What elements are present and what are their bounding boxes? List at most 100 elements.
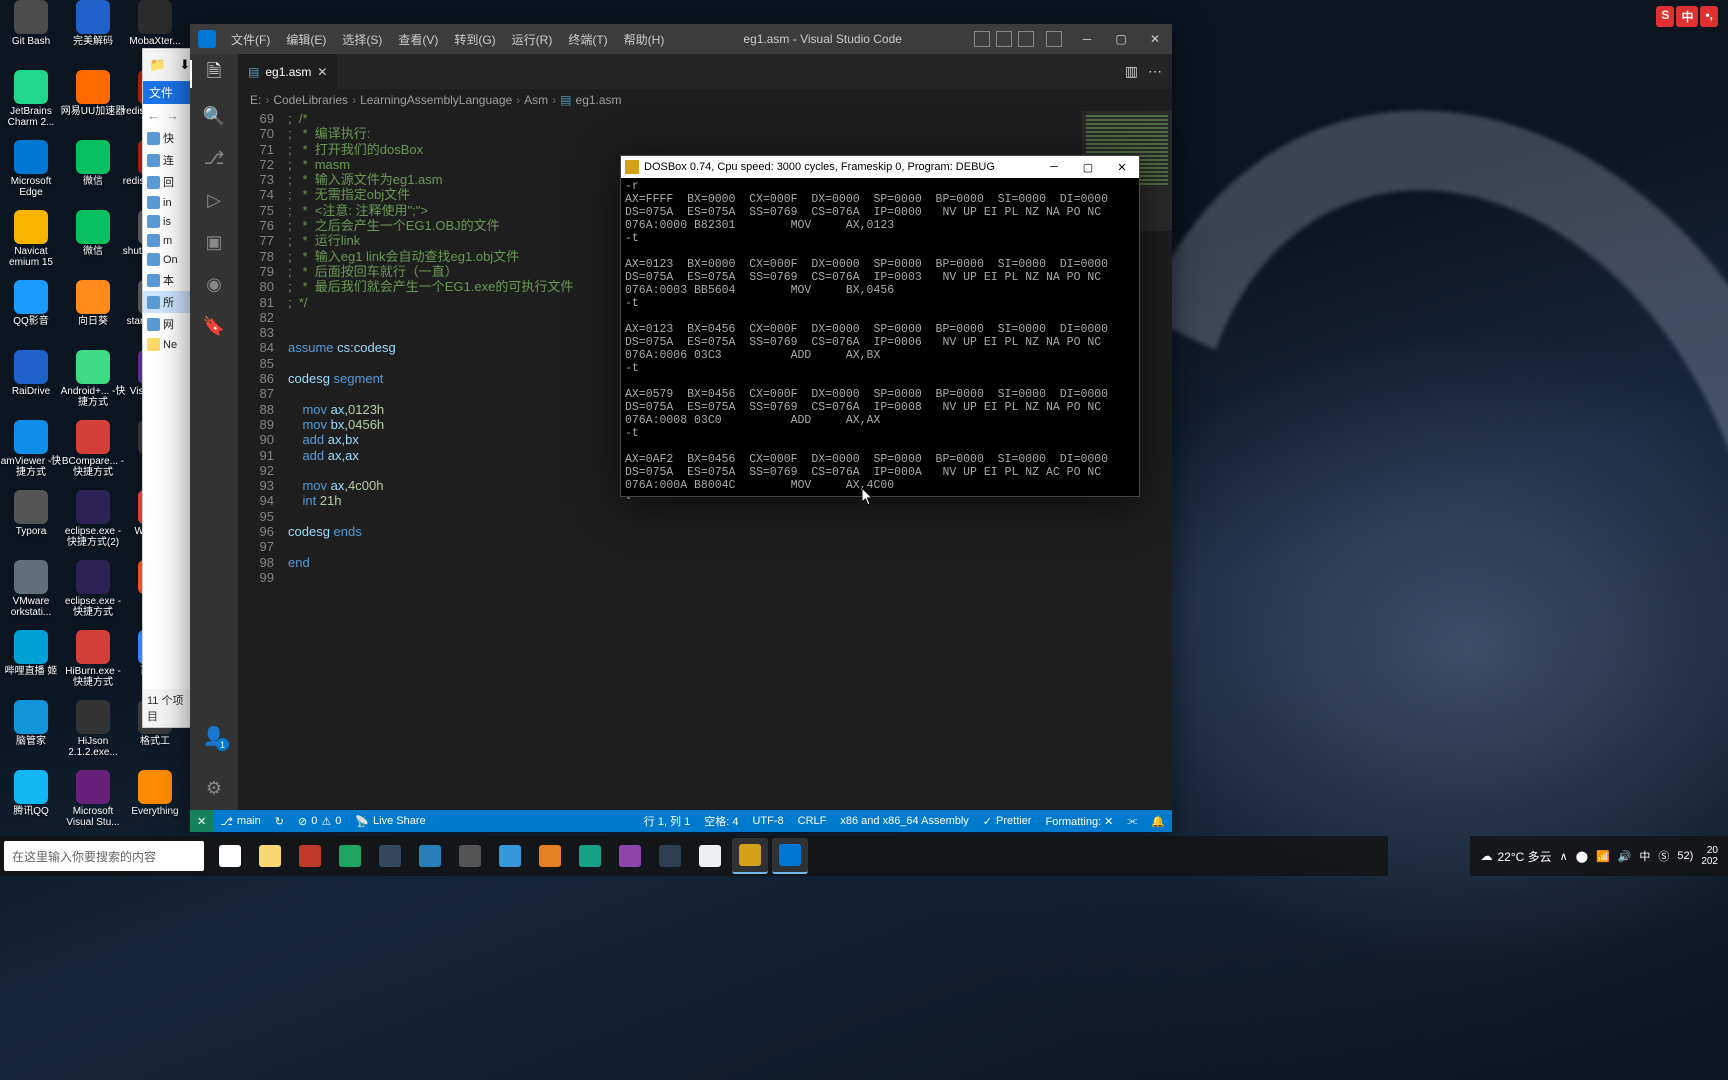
vscode-titlebar[interactable]: 文件(F)编辑(E)选择(S)查看(V)转到(G)运行(R)终端(T)帮助(H)…	[190, 24, 1172, 54]
desktop-shortcut[interactable]: Git Bash	[0, 0, 62, 68]
close-tab-icon[interactable]: ✕	[317, 65, 327, 79]
taskbar-app-app3[interactable]	[412, 838, 448, 874]
breadcrumb-item[interactable]: eg1.asm	[576, 93, 622, 107]
bell-icon[interactable]: 🔔	[1144, 810, 1172, 832]
explorer-item[interactable]: in	[143, 193, 197, 212]
search-icon[interactable]: 🔍	[202, 104, 226, 128]
desktop-shortcut[interactable]: Microsoft Visual Stu...	[62, 770, 124, 838]
taskbar-app-app4[interactable]	[492, 838, 528, 874]
desktop-shortcut[interactable]: RaiDrive	[0, 350, 62, 418]
taskbar-app-edge[interactable]	[332, 838, 368, 874]
desktop-shortcut[interactable]: Everything	[124, 770, 186, 838]
taskbar-app-vscode[interactable]	[772, 838, 808, 874]
desktop-shortcut[interactable]: 网易UU加速器	[62, 70, 124, 138]
sync-button[interactable]: ↻	[268, 810, 291, 832]
search-input[interactable]: 在这里输入你要搜索的内容	[4, 841, 204, 871]
desktop-shortcut[interactable]: 微信	[62, 210, 124, 278]
breadcrumb-item[interactable]: LearningAssemblyLanguage	[360, 93, 512, 107]
desktop-shortcut[interactable]: amViewer -快捷方式	[0, 420, 62, 488]
menu-item[interactable]: 文件(F)	[224, 27, 277, 52]
explorer-item[interactable]: 所	[143, 291, 197, 313]
tray-item[interactable]: Ⓢ	[1658, 848, 1669, 864]
explorer-item[interactable]: 连	[143, 149, 197, 171]
maximize-button[interactable]: ▢	[1104, 24, 1138, 54]
desktop-shortcut[interactable]: BCompare... -快捷方式	[62, 420, 124, 488]
prettier[interactable]: ✓ Prettier	[976, 810, 1039, 832]
tray-item[interactable]: 📶	[1596, 850, 1610, 863]
desktop-shortcut[interactable]: 向日葵	[62, 280, 124, 348]
desktop-shortcut[interactable]: HiJson 2.1.2.exe...	[62, 700, 124, 768]
explorer-item[interactable]: m	[143, 231, 197, 250]
encoding[interactable]: UTF-8	[745, 810, 790, 832]
explorer-tab-file[interactable]: 文件	[143, 81, 197, 104]
menu-item[interactable]: 编辑(E)	[279, 27, 333, 52]
remote-indicator[interactable]: ✕	[190, 810, 213, 832]
explorer-item[interactable]: 回	[143, 171, 197, 193]
tab-actions[interactable]: ▥⋯	[1125, 54, 1172, 89]
explorer-icon[interactable]: 🗎	[202, 62, 226, 86]
system-tray[interactable]: ☁ 22°C 多云 ∧⬤📶🔊中Ⓢ52) 20202	[1470, 836, 1728, 876]
breadcrumb-item[interactable]: Asm	[524, 93, 548, 107]
weather-widget[interactable]: ☁ 22°C 多云	[1480, 848, 1551, 865]
ime-brand[interactable]: S	[1656, 6, 1674, 27]
breadcrumb-item[interactable]: E:	[250, 93, 261, 107]
desktop-shortcut[interactable]: eclipse.exe - 快捷方式(2)	[62, 490, 124, 558]
dosbox-close[interactable]: ✕	[1105, 156, 1139, 178]
taskbar-app-app1[interactable]	[292, 838, 328, 874]
close-button[interactable]: ✕	[1138, 24, 1172, 54]
indentation[interactable]: 空格: 4	[697, 810, 745, 832]
ime-punct[interactable]: •,	[1700, 6, 1718, 27]
menu-item[interactable]: 选择(S)	[335, 27, 389, 52]
menu-item[interactable]: 终端(T)	[561, 27, 614, 52]
clock[interactable]: 20202	[1701, 845, 1718, 867]
layout-controls[interactable]	[974, 31, 1062, 47]
explorer-item[interactable]: On	[143, 250, 197, 269]
breadcrumb-item[interactable]: CodeLibraries	[273, 93, 348, 107]
taskbar-app-app6[interactable]	[572, 838, 608, 874]
desktop-shortcut[interactable]: 微信	[62, 140, 124, 208]
explorer-item[interactable]: 网	[143, 313, 197, 335]
desktop-shortcut[interactable]: 哔哩直播 姬	[0, 630, 62, 698]
split-icon[interactable]: ▥	[1125, 63, 1138, 80]
desktop-shortcut[interactable]: Microsoft Edge	[0, 140, 62, 208]
minimize-button[interactable]: ─	[1070, 24, 1104, 54]
bookmark-icon[interactable]: 🔖	[202, 314, 226, 338]
more-icon[interactable]: ⋯	[1148, 63, 1162, 80]
dosbox-window[interactable]: DOSBox 0.74, Cpu speed: 3000 cycles, Fra…	[620, 155, 1140, 497]
menu-item[interactable]: 转到(G)	[447, 27, 502, 52]
account-icon[interactable]: 👤1	[202, 724, 226, 748]
remote-icon[interactable]: ◉	[202, 272, 226, 296]
debug-icon[interactable]: ▷	[202, 188, 226, 212]
tray-item[interactable]: 52)	[1677, 850, 1693, 862]
desktop-shortcut[interactable]: Navicat emium 15	[0, 210, 62, 278]
desktop-shortcut[interactable]: 腾讯QQ	[0, 770, 62, 838]
taskbar-app-task-view[interactable]	[212, 838, 248, 874]
desktop-shortcut[interactable]: Android+... -快捷方式	[62, 350, 124, 418]
tray-item[interactable]: ∧	[1560, 850, 1568, 863]
menu-item[interactable]: 查看(V)	[391, 27, 445, 52]
desktop-shortcut[interactable]: 完美解码	[62, 0, 124, 68]
cursor-position[interactable]: 行 1, 列 1	[637, 810, 697, 832]
problems[interactable]: ⊘ 0 ⚠ 0	[291, 810, 348, 832]
gear-icon[interactable]: ⚙	[202, 776, 226, 800]
formatting[interactable]: Formatting: ✕	[1038, 810, 1120, 832]
explorer-nav[interactable]: ←→	[143, 104, 197, 127]
ime-indicator[interactable]: S 中 •,	[1656, 6, 1718, 27]
language-mode[interactable]: x86 and x86_64 Assembly	[833, 810, 975, 832]
git-branch[interactable]: ⎇ main	[213, 810, 268, 832]
extensions-icon[interactable]: ▣	[202, 230, 226, 254]
desktop-shortcut[interactable]: QQ影音	[0, 280, 62, 348]
taskbar-app-app7[interactable]	[612, 838, 648, 874]
feedback-icon[interactable]: ⫘	[1120, 810, 1144, 832]
menu-bar[interactable]: 文件(F)编辑(E)选择(S)查看(V)转到(G)运行(R)终端(T)帮助(H)	[224, 27, 671, 52]
dosbox-maximize[interactable]: ▢	[1071, 156, 1105, 178]
menu-item[interactable]: 运行(R)	[505, 27, 560, 52]
desktop-shortcut[interactable]: HiBurn.exe - 快捷方式	[62, 630, 124, 698]
dosbox-titlebar[interactable]: DOSBox 0.74, Cpu speed: 3000 cycles, Fra…	[621, 156, 1139, 178]
taskbar-app-app8[interactable]	[652, 838, 688, 874]
taskbar-app-explorer[interactable]	[252, 838, 288, 874]
scm-icon[interactable]: ⎇	[202, 146, 226, 170]
explorer-item[interactable]: 快	[143, 127, 197, 149]
desktop-shortcut[interactable]: eclipse.exe - 快捷方式	[62, 560, 124, 628]
tray-item[interactable]: 中	[1639, 848, 1650, 864]
